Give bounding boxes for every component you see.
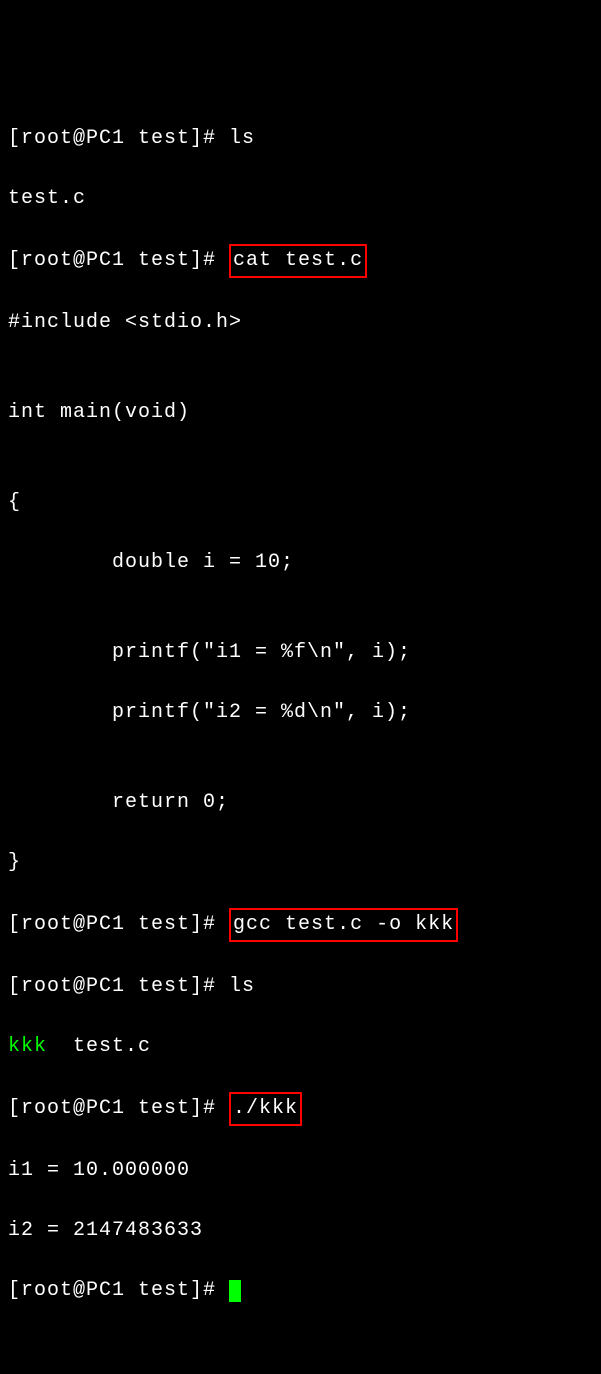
terminal-line: [root@PC1 test]# ls [8, 124, 593, 154]
terminal-line: [root@PC1 test]# [8, 1276, 593, 1306]
program-output: i1 = 10.000000 [8, 1156, 593, 1186]
source-line: double i = 10; [8, 548, 593, 578]
shell-prompt: [root@PC1 test]# [8, 127, 229, 150]
file-name: test.c [47, 1035, 151, 1058]
ls-output: test.c [8, 184, 593, 214]
highlight-gcc-command[interactable]: gcc test.c -o kkk [229, 908, 458, 942]
cursor-icon[interactable] [229, 1280, 241, 1302]
source-line: int main(void) [8, 398, 593, 428]
terminal-line: [root@PC1 test]# gcc test.c -o kkk [8, 908, 593, 942]
shell-prompt: [root@PC1 test]# [8, 975, 229, 998]
source-line: printf("i1 = %f\n", i); [8, 638, 593, 668]
shell-prompt: [root@PC1 test]# [8, 913, 229, 936]
terminal-line: [root@PC1 test]# ls [8, 972, 593, 1002]
terminal-line: [root@PC1 test]# cat test.c [8, 244, 593, 278]
source-line: { [8, 488, 593, 518]
shell-prompt: [root@PC1 test]# [8, 1279, 229, 1302]
command-ls[interactable]: ls [229, 975, 255, 998]
source-line: } [8, 848, 593, 878]
source-line: #include <stdio.h> [8, 308, 593, 338]
ls-output: kkk test.c [8, 1032, 593, 1062]
shell-prompt: [root@PC1 test]# [8, 1097, 229, 1120]
highlight-run-command[interactable]: ./kkk [229, 1092, 302, 1126]
program-output: i2 = 2147483633 [8, 1216, 593, 1246]
executable-file: kkk [8, 1035, 47, 1058]
source-line: printf("i2 = %d\n", i); [8, 698, 593, 728]
command-ls[interactable]: ls [229, 127, 255, 150]
terminal-line: [root@PC1 test]# ./kkk [8, 1092, 593, 1126]
shell-prompt: [root@PC1 test]# [8, 249, 229, 272]
highlight-cat-command[interactable]: cat test.c [229, 244, 367, 278]
source-line: return 0; [8, 788, 593, 818]
